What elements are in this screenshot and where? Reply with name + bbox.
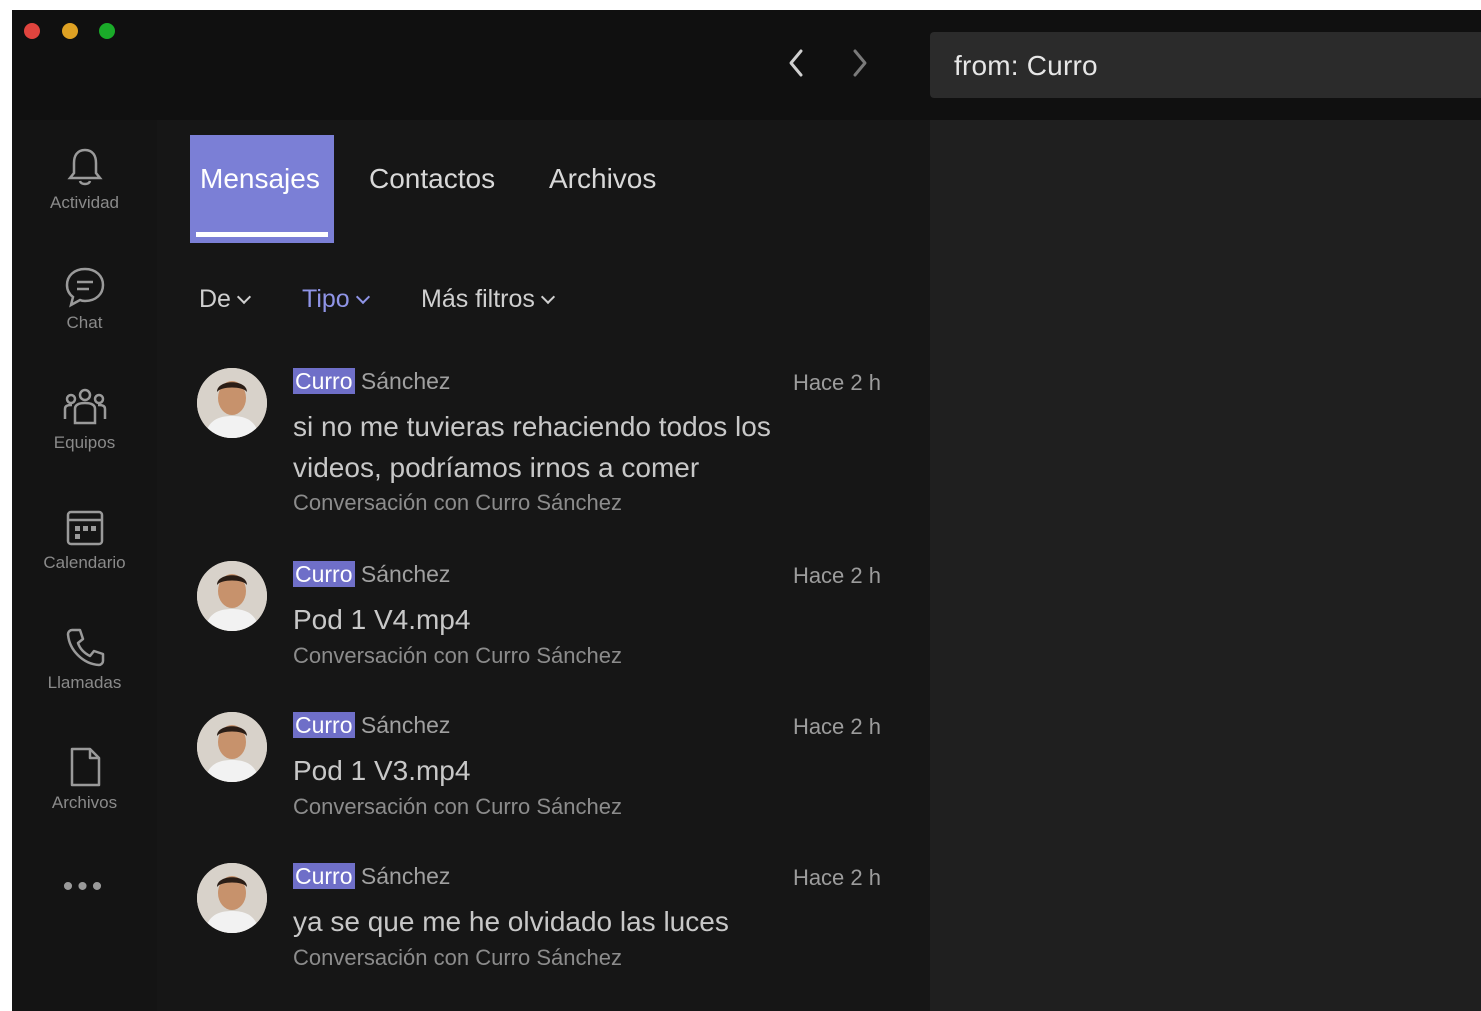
filter-tipo[interactable]: Tipo	[302, 285, 370, 314]
tab-mensajes[interactable]: Mensajes	[190, 135, 334, 243]
active-tab-indicator	[196, 232, 328, 237]
search-result[interactable]: Curro Sánchez Hace 2 h Pod 1 V3.mp4 Conv…	[197, 712, 897, 832]
chat-bubble-icon	[65, 267, 104, 308]
search-result[interactable]: Curro Sánchez Hace 2 h ya se que me he o…	[197, 863, 897, 983]
file-icon	[70, 747, 100, 787]
timestamp: Hace 2 h	[792, 865, 881, 890]
rail-label: Equipos	[53, 433, 116, 452]
timestamp: Hace 2 h	[792, 714, 881, 739]
search-highlight: Curro	[293, 712, 355, 738]
chevron-right-icon	[853, 49, 867, 77]
rail-label: Calendario	[43, 553, 126, 572]
filter-label: Tipo	[302, 285, 350, 313]
tab-label: Mensajes	[200, 163, 320, 194]
close-window-button[interactable]	[24, 23, 40, 39]
rail-item-archivos[interactable]: Archivos	[12, 745, 157, 845]
filter-mas-filtros[interactable]: Más filtros	[421, 285, 555, 314]
forward-button[interactable]	[844, 48, 874, 84]
tab-label: Contactos	[369, 163, 496, 194]
sender-name: Curro Sánchez	[293, 368, 450, 395]
chevron-down-icon	[540, 289, 555, 305]
sender-surname: Sánchez	[354, 863, 451, 889]
message-text: Pod 1 V4.mp4	[293, 604, 471, 635]
filter-label: Más filtros	[421, 285, 535, 313]
avatar	[197, 712, 267, 782]
rail-label: Llamadas	[47, 673, 122, 692]
conversation-label: Conversación con Curro Sánchez	[293, 490, 622, 515]
tab-label: Archivos	[549, 163, 657, 194]
avatar	[197, 368, 267, 438]
chevron-down-icon	[236, 289, 252, 305]
zoom-window-button[interactable]	[99, 23, 115, 39]
search-results-panel: Mensajes Contactos Archivos De Tipo Más …	[157, 120, 930, 1011]
back-button[interactable]	[782, 48, 812, 84]
rail-item-chat[interactable]: Chat	[12, 265, 157, 365]
app-rail: Actividad Chat Equipos Calendario Llamad…	[12, 120, 157, 1011]
bell-icon	[66, 148, 103, 186]
app-window: from: Curro Actividad Chat Equipos Calen…	[12, 10, 1481, 1011]
rail-item-actividad[interactable]: Actividad	[12, 145, 157, 245]
title-bar: from: Curro	[12, 10, 1481, 120]
chevron-down-icon	[355, 289, 370, 305]
search-result[interactable]: Curro Sánchez Hace 2 h Pod 1 V4.mp4 Conv…	[197, 561, 897, 681]
calendar-icon	[66, 510, 103, 546]
message-text: si no me tuvieras rehaciendo todos los v…	[293, 411, 771, 483]
sender-surname: Sánchez	[354, 561, 451, 587]
conversation-label: Conversación con Curro Sánchez	[293, 794, 622, 819]
sender-name: Curro Sánchez	[293, 561, 450, 588]
sender-surname: Sánchez	[354, 712, 451, 738]
rail-item-equipos[interactable]: Equipos	[12, 385, 157, 485]
avatar	[197, 561, 267, 631]
search-highlight: Curro	[293, 561, 355, 587]
avatar	[197, 863, 267, 933]
avatar-photo	[197, 368, 267, 438]
chevron-left-icon	[789, 49, 803, 77]
tab-archivos[interactable]: Archivos	[549, 135, 656, 243]
search-highlight: Curro	[293, 863, 355, 889]
detail-pane	[930, 120, 1481, 1011]
rail-label: Chat	[66, 313, 103, 332]
avatar-photo	[197, 863, 267, 933]
avatar-photo	[197, 712, 267, 782]
search-result[interactable]: Curro Sánchez Hace 2 h si no me tuvieras…	[197, 368, 897, 538]
teams-icon	[63, 388, 106, 425]
message-text: ya se que me he olvidado las luces	[293, 906, 729, 937]
sender-name: Curro Sánchez	[293, 863, 450, 890]
timestamp: Hace 2 h	[792, 563, 881, 588]
filter-de[interactable]: De	[199, 285, 252, 314]
phone-icon	[66, 628, 104, 667]
rail-item-llamadas[interactable]: Llamadas	[12, 625, 157, 725]
more-apps-button[interactable]: •••	[12, 870, 157, 910]
search-highlight: Curro	[293, 368, 355, 394]
minimize-window-button[interactable]	[62, 23, 78, 39]
tab-contactos[interactable]: Contactos	[369, 135, 495, 243]
message-text: Pod 1 V3.mp4	[293, 755, 471, 786]
rail-label: Archivos	[51, 793, 118, 812]
conversation-label: Conversación con Curro Sánchez	[293, 945, 622, 970]
sender-name: Curro Sánchez	[293, 712, 450, 739]
search-input[interactable]: from: Curro	[930, 32, 1481, 98]
timestamp: Hace 2 h	[792, 370, 881, 395]
rail-item-calendario[interactable]: Calendario	[12, 505, 157, 605]
filter-label: De	[199, 285, 231, 313]
conversation-label: Conversación con Curro Sánchez	[293, 643, 622, 668]
sender-surname: Sánchez	[354, 368, 451, 394]
avatar-photo	[197, 561, 267, 631]
rail-label: Actividad	[50, 193, 119, 212]
search-query: from: Curro	[954, 50, 1098, 81]
